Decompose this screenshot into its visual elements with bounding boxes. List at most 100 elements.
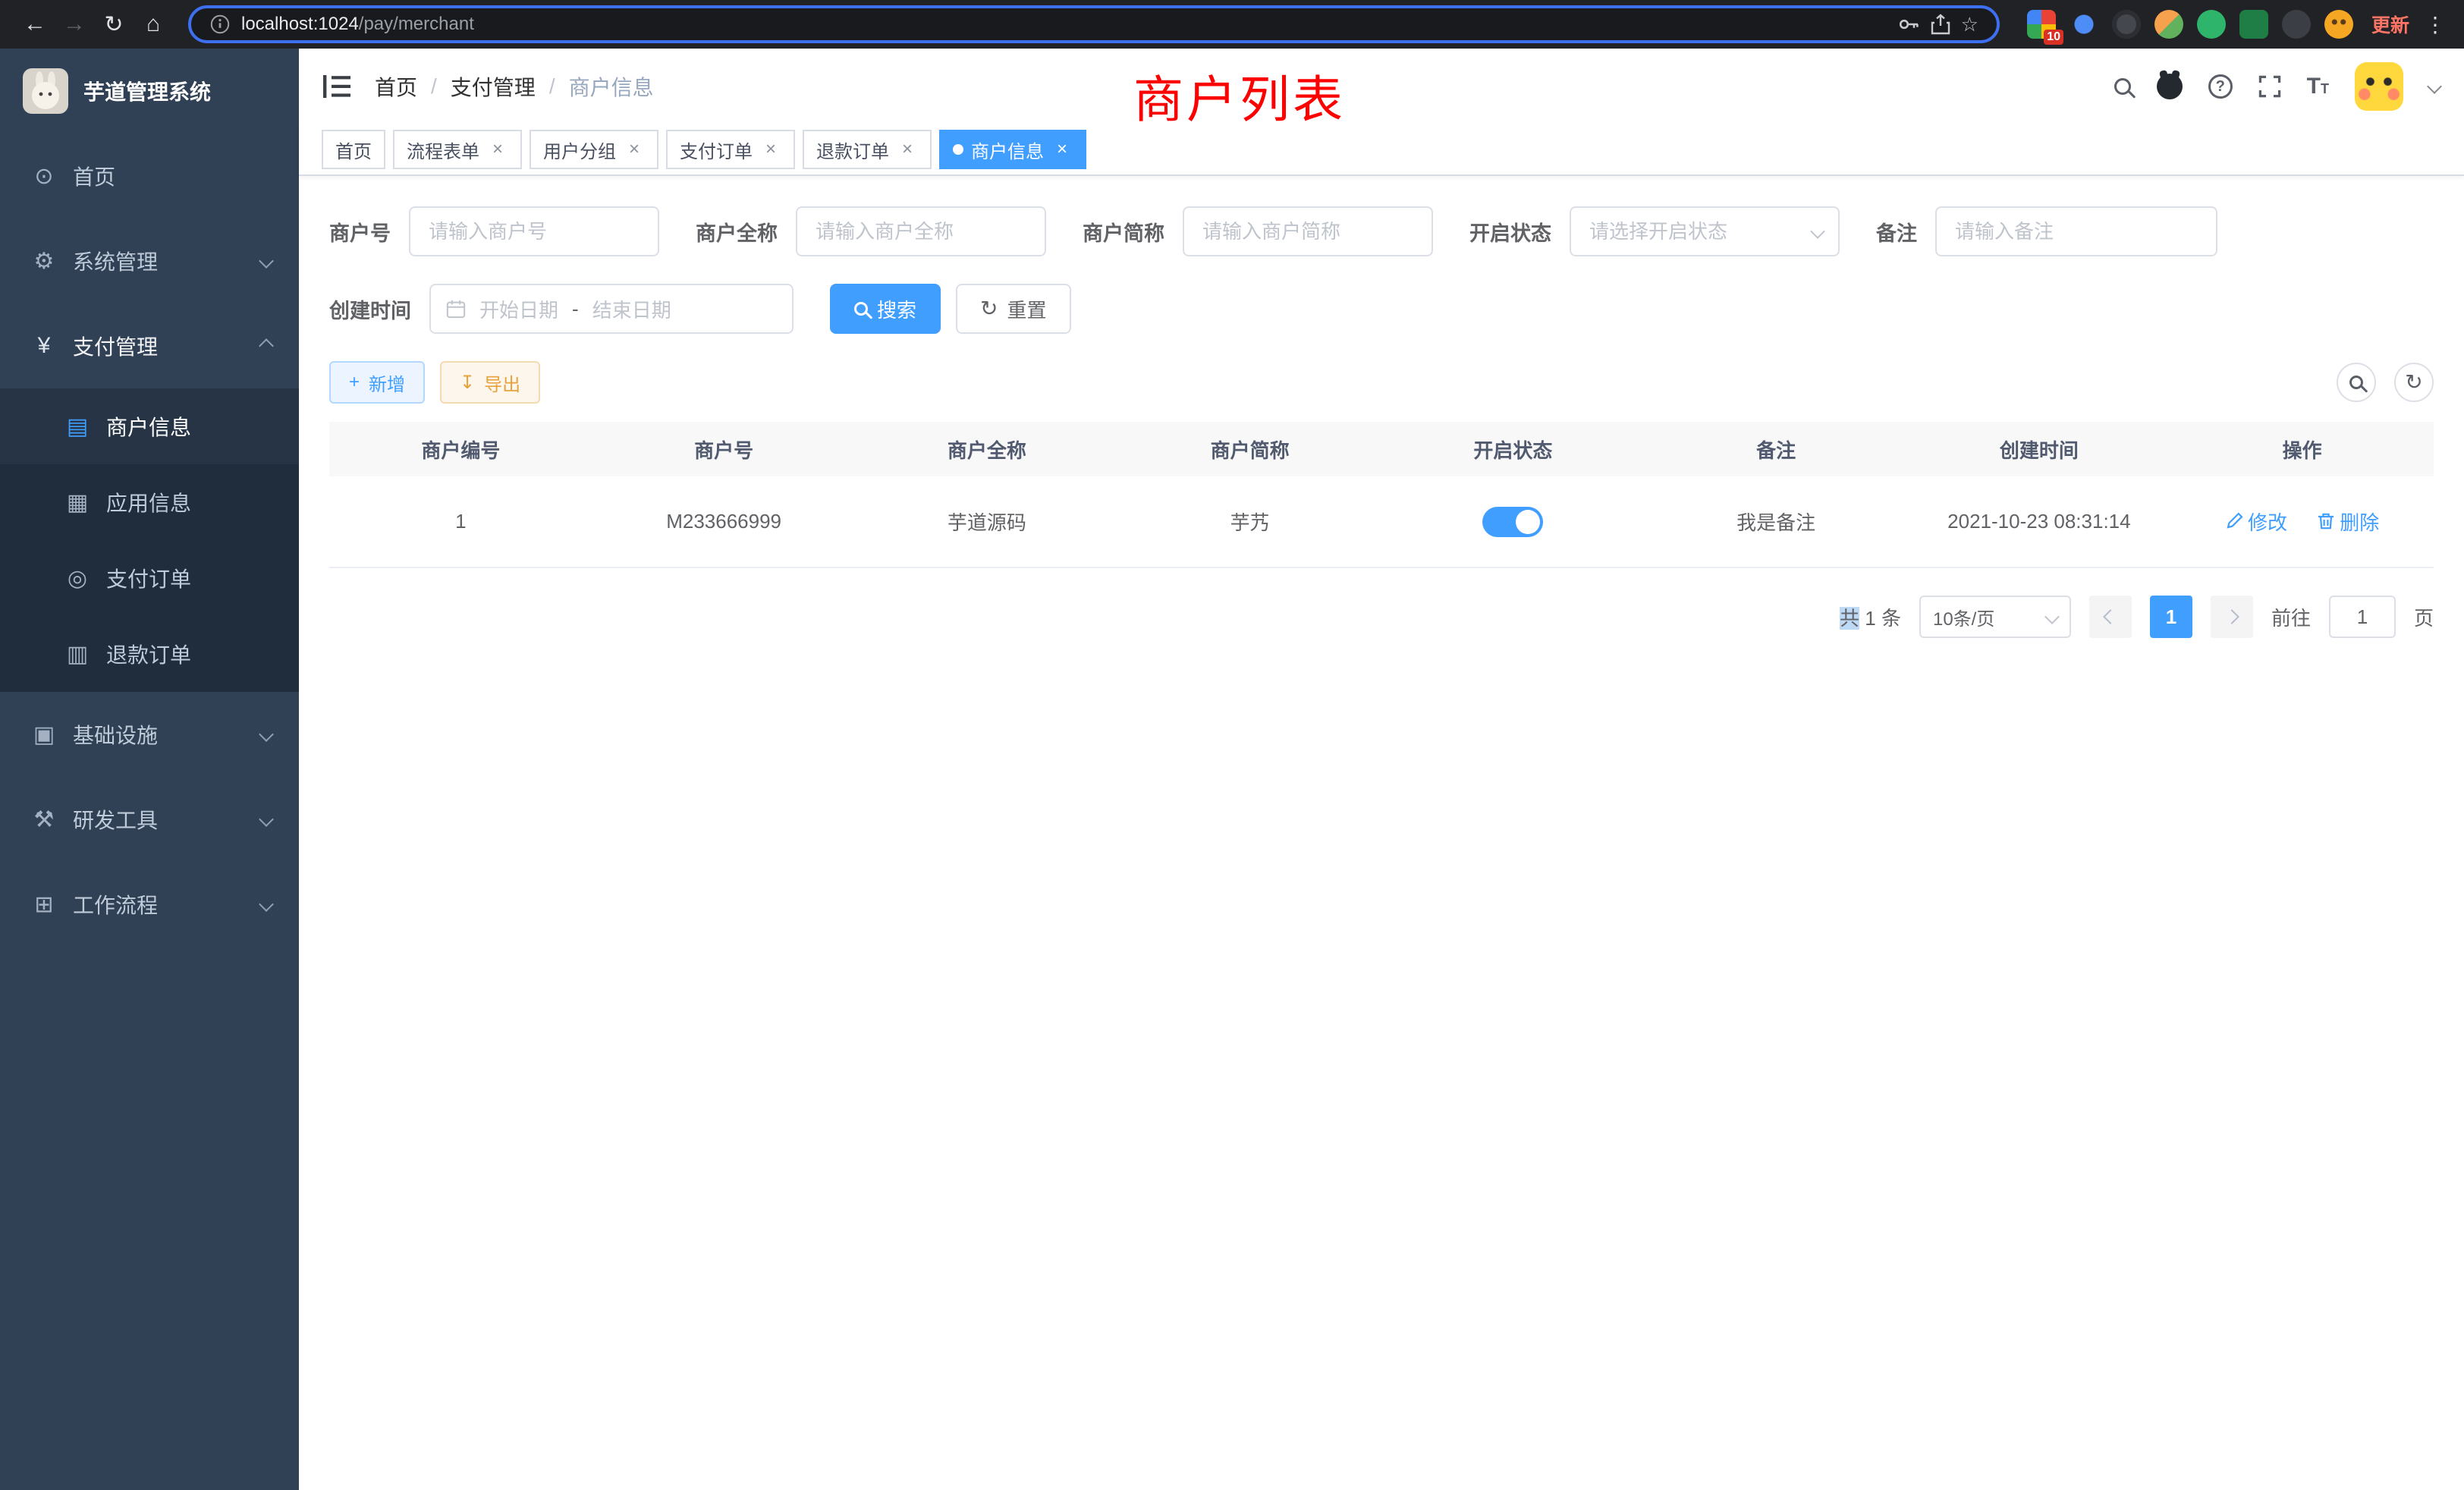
- sidebar-item-workflow[interactable]: ⊞ 工作流程: [0, 862, 299, 947]
- plus-icon: +: [349, 372, 360, 393]
- reset-button-label: 重置: [1007, 295, 1046, 323]
- breadcrumb-payment[interactable]: 支付管理: [451, 71, 536, 102]
- browser-menu-icon[interactable]: ⋮: [2422, 12, 2449, 37]
- app-logo[interactable]: 芋道管理系统: [0, 49, 299, 134]
- tab-user-group[interactable]: 用户分组 ×: [530, 130, 658, 169]
- add-button[interactable]: + 新增: [329, 361, 425, 404]
- page-size-select[interactable]: 10条/页: [1919, 596, 2071, 638]
- sidebar-item-system[interactable]: ⚙ 系统管理: [0, 218, 299, 303]
- sidebar-item-infra[interactable]: ▣ 基础设施: [0, 692, 299, 777]
- next-page-button[interactable]: [2211, 596, 2253, 638]
- browser-update-button[interactable]: 更新: [2371, 11, 2409, 38]
- site-info-icon[interactable]: [209, 14, 231, 35]
- add-button-label: 新增: [369, 369, 405, 396]
- reset-button[interactable]: ↻ 重置: [956, 284, 1070, 334]
- remark-input[interactable]: [1935, 206, 2217, 256]
- filter-status: 开启状态: [1469, 206, 1840, 256]
- show-search-button[interactable]: [2337, 363, 2376, 402]
- browser-back-button[interactable]: ←: [15, 5, 55, 44]
- sidebar-item-refund-order[interactable]: ▥ 退款订单: [0, 616, 299, 692]
- search-button[interactable]: 搜索: [830, 284, 941, 334]
- refresh-table-button[interactable]: ↻: [2394, 363, 2434, 402]
- workflow-icon: ⊞: [30, 891, 58, 918]
- github-icon[interactable]: [2157, 74, 2183, 99]
- avatar[interactable]: [2355, 62, 2403, 111]
- extension-icon[interactable]: [2239, 10, 2268, 39]
- app-title: 芋道管理系统: [83, 76, 211, 106]
- sidebar-item-app-info[interactable]: ▦ 应用信息: [0, 464, 299, 540]
- avatar-dropdown-icon[interactable]: [2427, 79, 2442, 94]
- short-name-input[interactable]: [1183, 206, 1433, 256]
- tab-close-icon[interactable]: ×: [487, 139, 508, 160]
- fullscreen-icon[interactable]: [2258, 75, 2281, 98]
- prev-page-button[interactable]: [2089, 596, 2132, 638]
- browser-home-button[interactable]: ⌂: [134, 5, 173, 44]
- payment-submenu: ▤ 商户信息 ▦ 应用信息 ◎ 支付订单 ▥ 退款订单: [0, 388, 299, 692]
- main-area: 首页 / 支付管理 / 商户信息 商户列表 ? TT: [299, 49, 2464, 1490]
- breadcrumb-home[interactable]: 首页: [375, 71, 417, 102]
- top-navbar: 首页 / 支付管理 / 商户信息 商户列表 ? TT: [299, 49, 2464, 124]
- tab-close-icon[interactable]: ×: [760, 139, 781, 160]
- filter-merchant-no: 商户号: [329, 206, 659, 256]
- table-tools: ↻: [2337, 363, 2434, 402]
- sidebar-item-pay-order[interactable]: ◎ 支付订单: [0, 540, 299, 616]
- browser-reload-button[interactable]: ↻: [94, 5, 134, 44]
- tab-home[interactable]: 首页: [322, 130, 385, 169]
- url-text[interactable]: localhost:1024/pay/merchant: [241, 14, 474, 35]
- edit-link[interactable]: 修改: [2225, 508, 2287, 536]
- extension-icon[interactable]: [2197, 10, 2226, 39]
- tab-process-form[interactable]: 流程表单 ×: [393, 130, 522, 169]
- sidebar-toggle-icon[interactable]: [323, 75, 350, 98]
- field-label: 备注: [1876, 217, 1917, 247]
- extension-icon[interactable]: 10: [2027, 10, 2056, 39]
- total-count: 共 1 条: [1840, 603, 1901, 631]
- trash-icon: [2317, 512, 2335, 530]
- search-icon[interactable]: [2114, 78, 2131, 95]
- gear-icon: ⚙: [30, 248, 58, 275]
- filter-row-2: 创建时间 开始日期 - 结束日期 搜索: [329, 284, 2434, 334]
- tab-close-icon[interactable]: ×: [1051, 139, 1073, 160]
- merchant-no-input[interactable]: [409, 206, 659, 256]
- extension-icon[interactable]: [2282, 10, 2311, 39]
- url-bar[interactable]: localhost:1024/pay/merchant ☆: [188, 5, 2000, 43]
- extension-icon[interactable]: [2154, 10, 2183, 39]
- date-range-input[interactable]: 开始日期 - 结束日期: [429, 284, 794, 334]
- app-grid-icon: ▦: [64, 489, 91, 516]
- tab-label: 首页: [335, 137, 372, 163]
- sidebar-item-home[interactable]: ⊙ 首页: [0, 134, 299, 218]
- extension-icon[interactable]: [2070, 10, 2098, 39]
- status-toggle[interactable]: [1482, 507, 1543, 537]
- sidebar-item-merchant-info[interactable]: ▤ 商户信息: [0, 388, 299, 464]
- chevron-right-icon: [2224, 609, 2239, 624]
- tab-pay-order[interactable]: 支付订单 ×: [666, 130, 795, 169]
- cell-merchant-no: M233666999: [592, 476, 856, 567]
- navbar-actions: ? TT: [2114, 62, 2440, 111]
- font-size-icon[interactable]: TT: [2307, 74, 2329, 99]
- tab-close-icon[interactable]: ×: [624, 139, 645, 160]
- col-header-remark: 备注: [1645, 422, 1908, 476]
- browser-forward-button[interactable]: →: [55, 5, 94, 44]
- help-icon[interactable]: ?: [2208, 74, 2233, 99]
- share-icon[interactable]: [1931, 14, 1950, 35]
- bookmark-star-icon[interactable]: ☆: [1961, 13, 1978, 36]
- delete-link[interactable]: 删除: [2317, 508, 2379, 536]
- cell-actions: 修改 删除: [2170, 476, 2434, 567]
- cell-merchant-id: 1: [329, 476, 592, 567]
- tab-merchant-info[interactable]: 商户信息 ×: [939, 130, 1086, 169]
- extension-icon[interactable]: [2324, 10, 2353, 39]
- status-select[interactable]: [1570, 206, 1840, 256]
- search-icon: [854, 302, 868, 316]
- sidebar-item-payment[interactable]: ¥ 支付管理: [0, 303, 299, 388]
- goto-page-input[interactable]: [2329, 596, 2396, 638]
- tab-refund-order[interactable]: 退款订单 ×: [803, 130, 932, 169]
- col-header-actions: 操作: [2170, 422, 2434, 476]
- sidebar-item-devtools[interactable]: ⚒ 研发工具: [0, 777, 299, 862]
- password-key-icon[interactable]: [1897, 14, 1920, 35]
- current-page-button[interactable]: 1: [2150, 596, 2192, 638]
- full-name-input[interactable]: [796, 206, 1046, 256]
- chevron-up-icon: [259, 338, 274, 354]
- export-button[interactable]: ↧ 导出: [440, 361, 540, 404]
- extension-icon[interactable]: [2112, 10, 2141, 39]
- tab-close-icon[interactable]: ×: [897, 139, 918, 160]
- sidebar-item-label: 系统管理: [73, 246, 158, 276]
